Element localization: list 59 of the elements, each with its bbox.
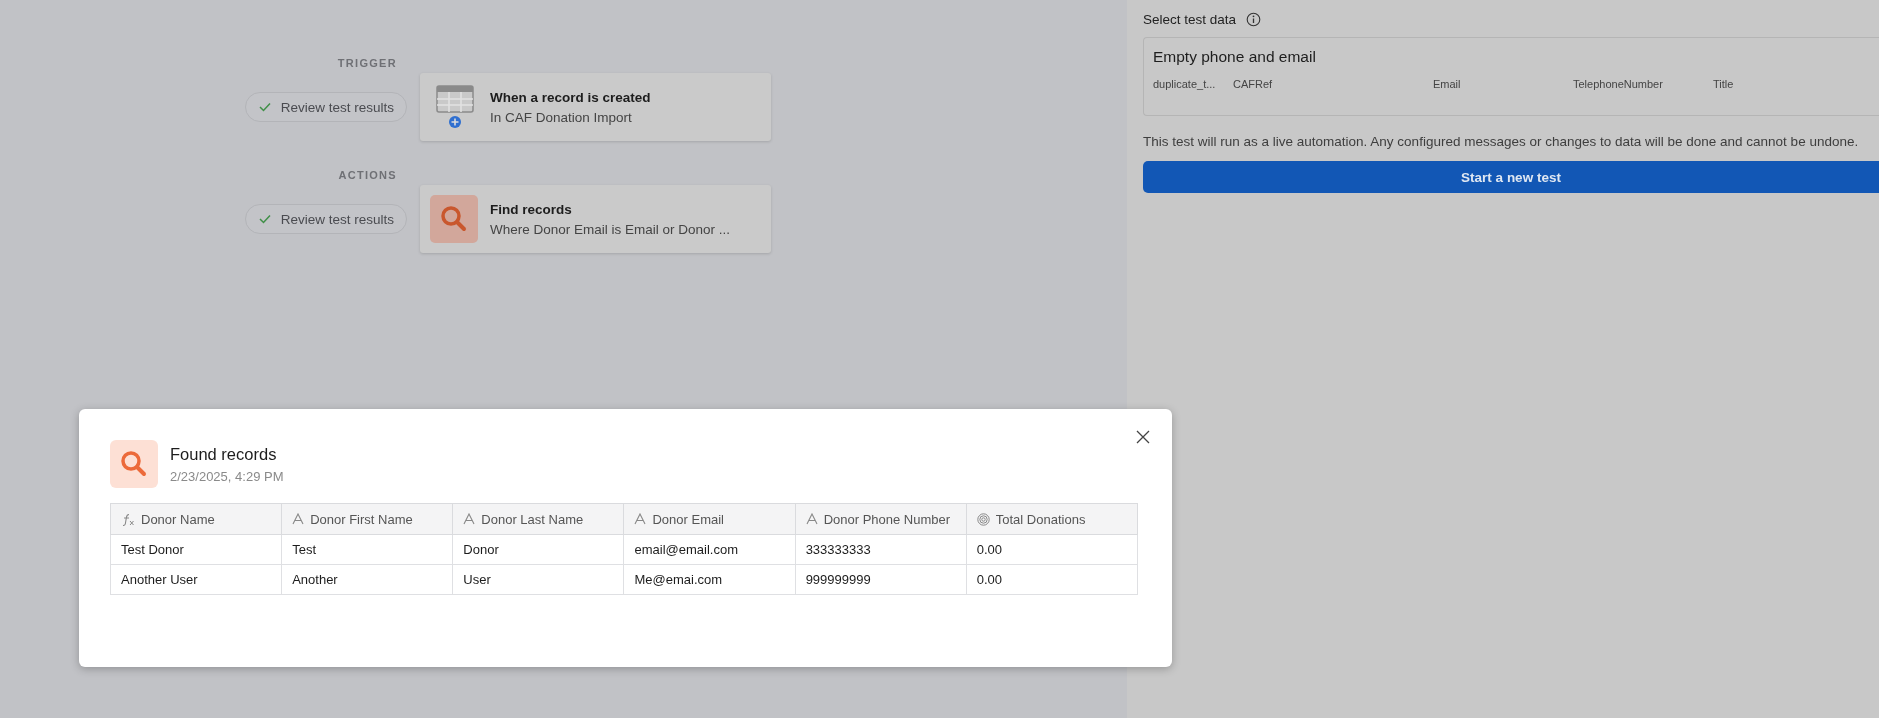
table-plus-icon [436,85,474,129]
column-header[interactable]: Donor Email [623,503,796,535]
section-label: ACTIONS [338,169,397,183]
review-results-button[interactable]: Review test results [244,204,407,234]
field-name: Title [1713,78,1735,90]
column-label: Donor Email [652,511,724,527]
step-title: When a record is created [490,89,651,105]
table-cell: Test [281,534,453,565]
spiral-icon [976,512,990,526]
step-subtitle: In CAF Donation Import [490,109,633,125]
info-icon[interactable] [1246,11,1262,27]
column-header[interactable]: Donor Last Name [452,503,624,535]
step-card[interactable]: Find records Where Donor Email is Email or Donor ... [420,185,771,253]
checkmark-icon [258,102,271,112]
warning-text: This test will run as a live automation. Any configured messages or changes to data will be done and cannot be undone. [1143,134,1860,149]
table-cell: Test Donor [110,534,282,565]
dialog-title: Found records [170,444,278,464]
column-header[interactable]: Donor Phone Number [795,503,967,535]
search-icon [110,440,158,488]
table-cell: Me@emai.com [623,564,796,595]
text-type-icon [463,513,476,525]
field-name: Email [1433,78,1462,90]
table-cell: Another [281,564,453,595]
column-header[interactable]: Donor First Name [281,503,453,535]
column-label: Donor Phone Number [823,511,951,527]
column-label: Total Donations [995,511,1086,527]
column-header[interactable]: Total Donations [966,503,1138,535]
test-record-card[interactable]: Empty phone and email duplicate_t... CAFRef Email TelephoneNumber Title [1143,37,1879,116]
text-type-icon [292,513,305,525]
step-card[interactable]: When a record is created In CAF Donation Import [420,73,771,141]
text-type-icon [805,513,818,525]
column-label: Donor Name [141,511,215,527]
column-header[interactable]: Donor Name [110,503,282,535]
field-name: duplicate_t... [1153,78,1217,90]
table-cell: Donor [452,534,624,565]
start-test-button[interactable]: Start a new test [1143,161,1879,193]
close-icon[interactable] [1136,430,1150,444]
field-name: TelephoneNumber [1573,78,1664,90]
table-cell: User [452,564,624,595]
panel-heading: Select test data [1143,11,1237,27]
text-type-icon [634,513,647,525]
record-title: Empty phone and email [1153,48,1316,65]
review-results-button[interactable]: Review test results [244,92,407,122]
table-cell: Another User [110,564,282,595]
section-label: TRIGGER [337,57,397,71]
search-icon [430,195,478,243]
table-cell: email@email.com [623,534,796,565]
step-subtitle: Where Donor Email is Email or Donor ... [490,221,731,237]
timestamp: 2/23/2025, 4:29 PM [170,468,284,484]
table-cell: 0.00 [966,564,1138,595]
step-title: Find records [490,201,573,217]
field-name: CAFRef [1233,78,1274,90]
column-label: Donor Last Name [481,511,584,527]
checkmark-icon [258,214,271,224]
table-cell: 333333333 [795,534,967,565]
formula-icon [121,512,135,526]
table-cell: 0.00 [966,534,1138,565]
table-cell: 999999999 [795,564,967,595]
column-label: Donor First Name [310,511,413,527]
